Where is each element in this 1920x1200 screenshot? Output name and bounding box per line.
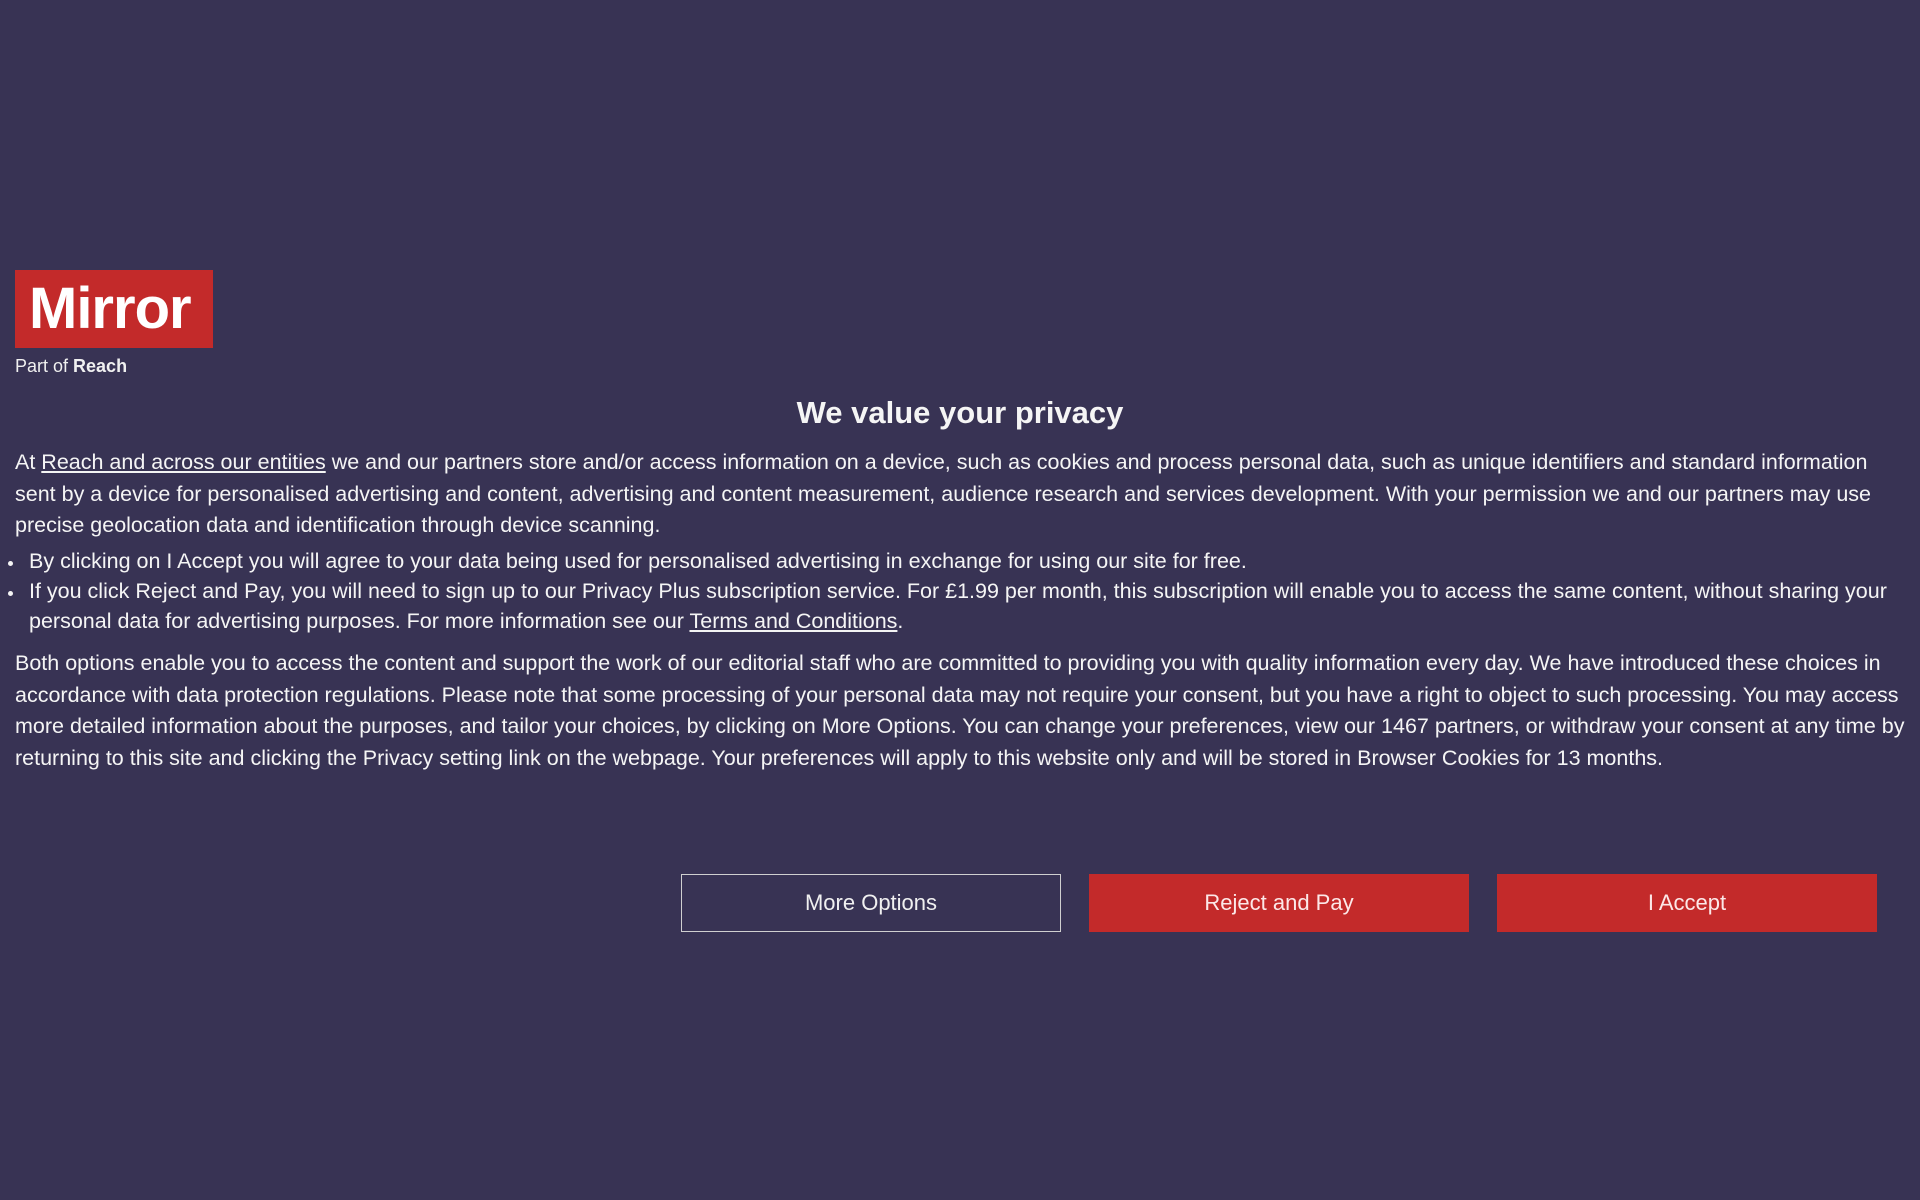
brand-logo: Mirror Part of Reach (15, 270, 213, 377)
list-item: If you click Reject and Pay, you will ne… (25, 576, 1905, 636)
intro-paragraph: At Reach and across our entities we and … (15, 447, 1905, 542)
reject-and-pay-button[interactable]: Reject and Pay (1089, 874, 1469, 932)
brand-sub-prefix: Part of (15, 356, 73, 376)
accept-button[interactable]: I Accept (1497, 874, 1877, 932)
dialog-heading: We value your privacy (15, 395, 1905, 431)
bullet2-pre: If you click Reject and Pay, you will ne… (29, 579, 1887, 633)
privacy-dialog: Mirror Part of Reach We value your priva… (15, 270, 1905, 932)
intro-prefix: At (15, 450, 41, 474)
entities-link[interactable]: Reach and across our entities (41, 450, 325, 474)
brand-logo-text: Mirror (15, 270, 213, 348)
brand-subtext: Part of Reach (15, 356, 213, 377)
options-list: By clicking on I Accept you will agree t… (15, 546, 1905, 636)
terms-link[interactable]: Terms and Conditions (689, 609, 897, 633)
more-options-button[interactable]: More Options (681, 874, 1061, 932)
bullet2-post: . (897, 609, 903, 633)
list-item: By clicking on I Accept you will agree t… (25, 546, 1905, 576)
button-row: More Options Reject and Pay I Accept (15, 874, 1905, 932)
details-paragraph: Both options enable you to access the co… (15, 648, 1905, 774)
brand-sub-bold: Reach (73, 356, 127, 376)
